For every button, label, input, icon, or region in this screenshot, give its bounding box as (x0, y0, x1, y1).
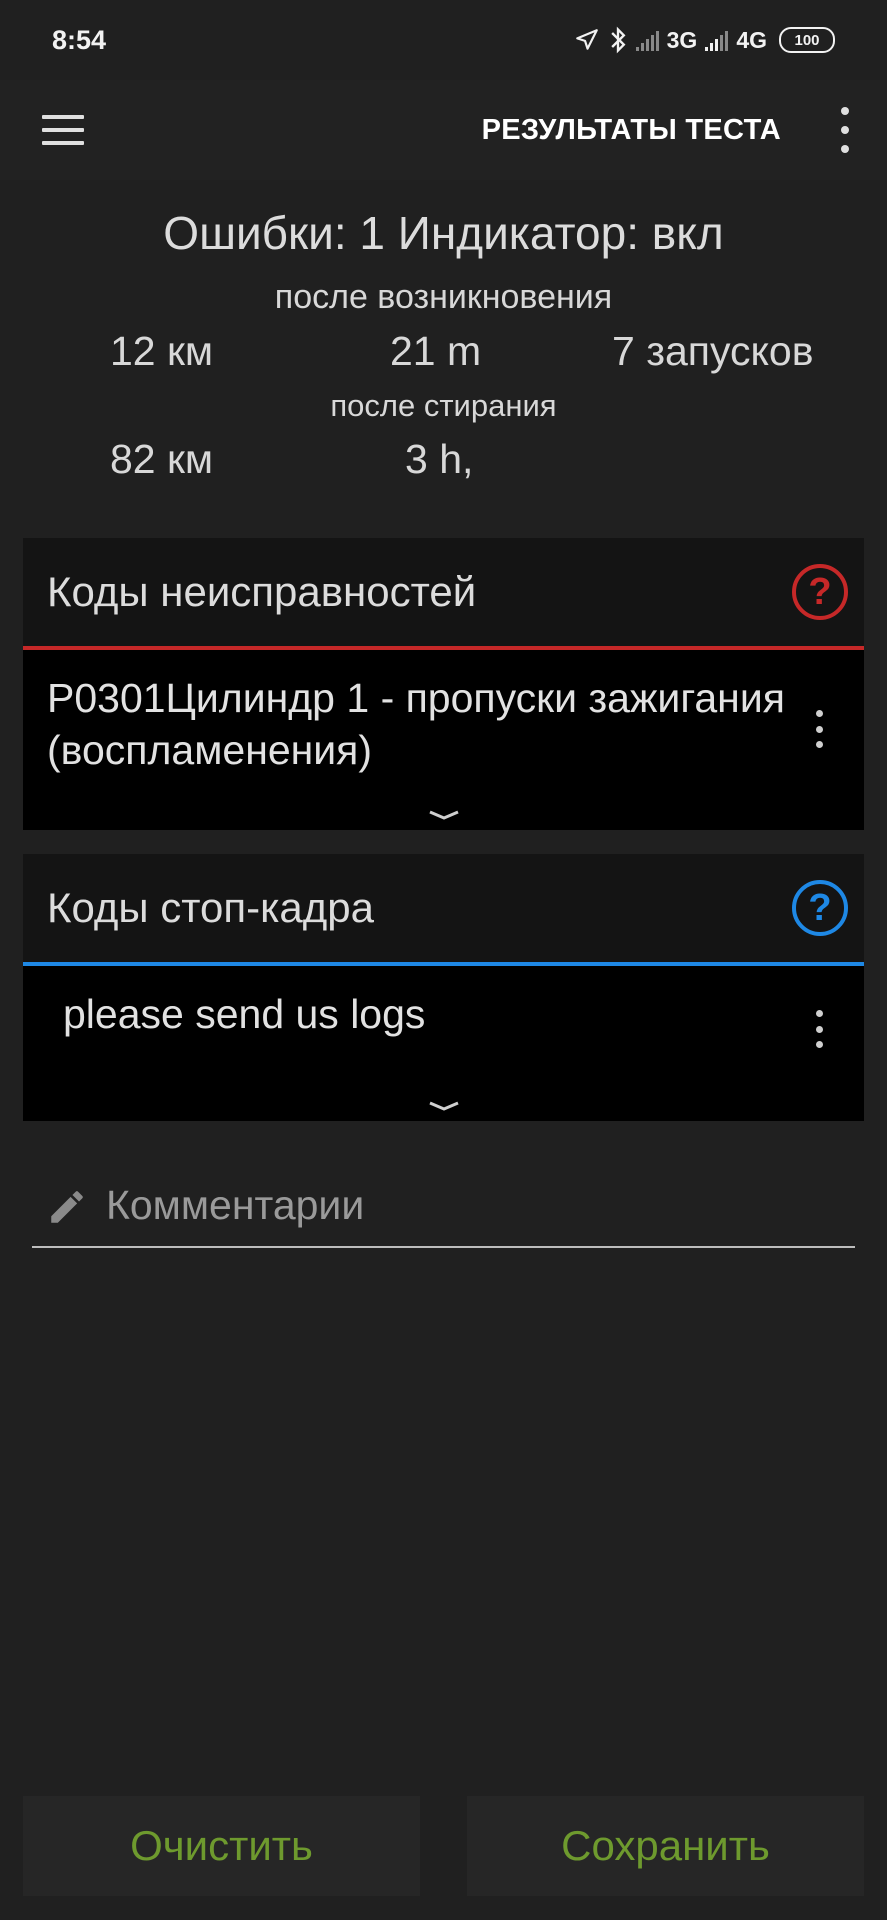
since-clear-label: после стирания (330, 388, 557, 423)
comment-field[interactable]: Комментарии (32, 1172, 855, 1248)
status-icons: 3G 4G 100 (574, 26, 835, 54)
freeze-frame-card: Коды стоп-кадра ? please send us logs (23, 854, 864, 1121)
help-icon[interactable]: ? (792, 564, 848, 620)
freeze-item-text: please send us logs (63, 991, 426, 1037)
clear-time: 3 h, (405, 436, 474, 482)
network-type-1: 3G (666, 26, 698, 53)
since-clear-row: 82 км 3 h, (0, 436, 887, 486)
save-button[interactable]: Сохранить (467, 1796, 864, 1896)
pencil-icon (51, 1191, 83, 1223)
network-type-2: 4G (736, 26, 767, 53)
expand-chevron-icon[interactable] (427, 808, 461, 822)
since-occurrence-row: 12 км 21 m 7 запусков (0, 328, 887, 378)
comment-placeholder: Комментарии (106, 1182, 365, 1228)
occurrence-time: 21 m (390, 328, 482, 374)
expand-chevron-icon[interactable] (427, 1099, 461, 1113)
item-more-icon[interactable] (814, 710, 824, 748)
dtc-card-title: Коды неисправностей (47, 568, 477, 615)
help-icon[interactable]: ? (792, 880, 848, 936)
battery-icon: 100 (779, 27, 835, 53)
occurrence-distance: 12 км (110, 328, 214, 374)
dtc-card-header: Коды неисправностей ? (23, 538, 864, 646)
battery-level: 100 (794, 31, 820, 49)
freeze-card-header: Коды стоп-кадра ? (23, 854, 864, 962)
status-bar: 8:54 3G 4G 100 (0, 0, 887, 80)
freeze-list-item[interactable]: please send us logs (23, 966, 864, 1048)
item-more-icon[interactable] (814, 1010, 824, 1048)
status-time: 8:54 (52, 24, 107, 55)
since-occurrence-label: после возникновения (274, 278, 613, 316)
hamburger-icon[interactable] (42, 115, 84, 145)
bluetooth-icon (610, 26, 626, 54)
app-bar: РЕЗУЛЬТАТЫ ТЕСТА (0, 80, 887, 180)
page-title: РЕЗУЛЬТАТЫ ТЕСТА (481, 113, 781, 146)
dtc-list-item[interactable]: P0301Цилиндр 1 - пропуски зажигания (вос… (23, 650, 864, 776)
occurrence-starts: 7 запусков (612, 328, 814, 374)
freeze-card-title: Коды стоп-кадра (47, 884, 374, 931)
location-arrow-icon (575, 29, 598, 50)
clear-distance: 82 км (110, 436, 214, 482)
clear-button[interactable]: Очистить (23, 1796, 420, 1896)
dtc-item-text: P0301Цилиндр 1 - пропуски зажигания (вос… (47, 675, 785, 773)
more-vert-icon[interactable] (825, 107, 865, 153)
signal-2-icon (705, 29, 729, 51)
signal-1-icon (635, 29, 659, 51)
errors-indicator-headline: Ошибки: 1 Индикатор: вкл (163, 207, 724, 259)
dtc-card: Коды неисправностей ? P0301Цилиндр 1 - п… (23, 538, 864, 830)
